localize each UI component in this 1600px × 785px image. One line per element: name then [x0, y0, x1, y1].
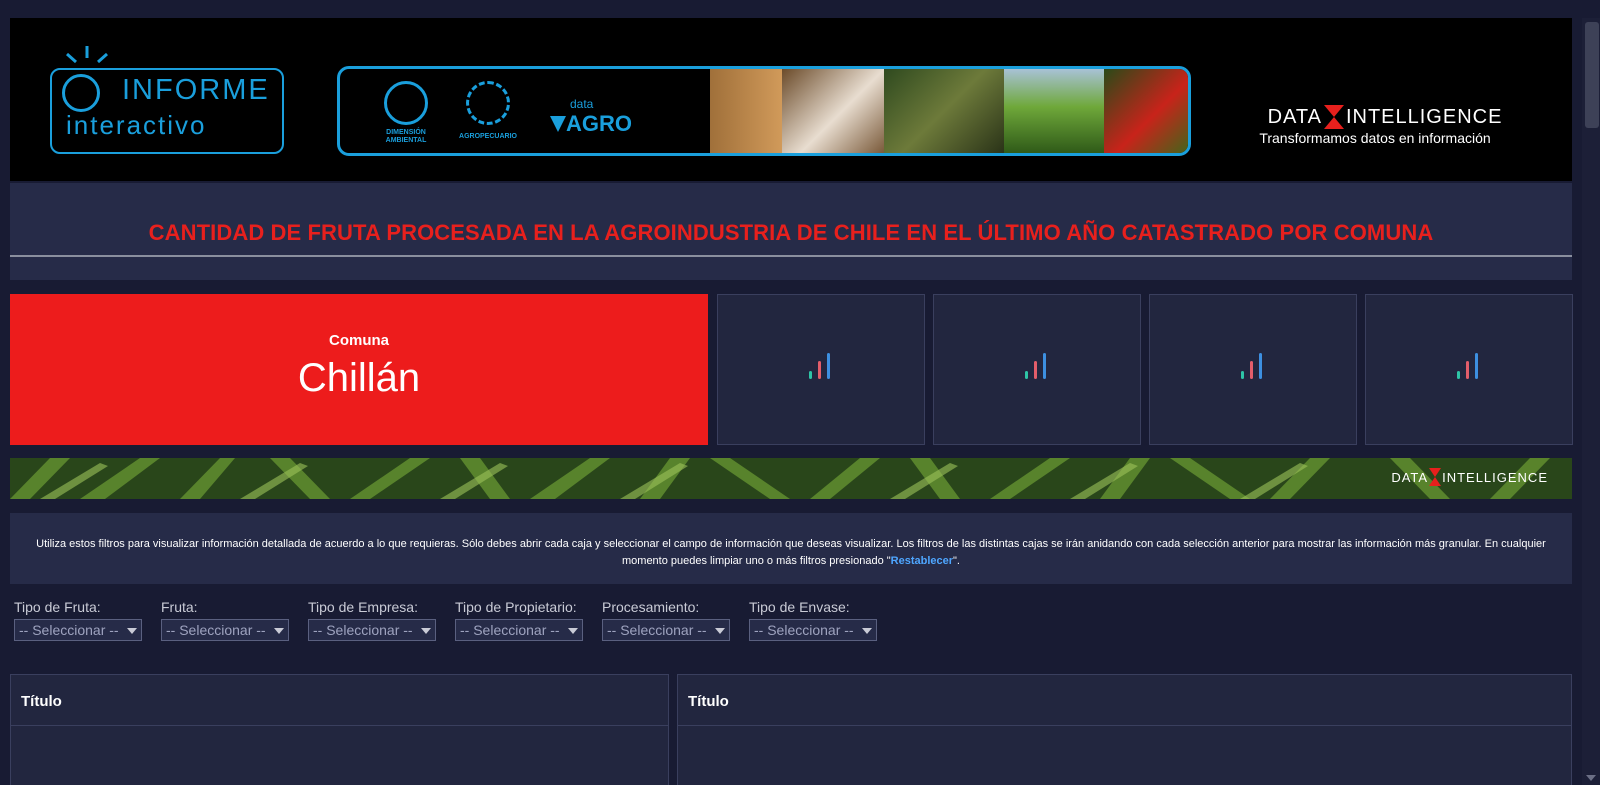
- panel-title: Título: [688, 693, 729, 710]
- fruta-select[interactable]: -- Seleccionar --: [161, 619, 289, 641]
- agropecuario-label: AGROPECUARIO: [459, 133, 517, 140]
- select-value: -- Seleccionar --: [313, 622, 413, 638]
- sun-emblem-icon: [384, 81, 428, 125]
- sponsor-banner: DIMENSIÓN AMBIENTAL AGROPECUARIO data AG…: [337, 66, 1191, 156]
- dimension-ambiental-label: DIMENSIÓN AMBIENTAL: [385, 129, 427, 144]
- comuna-card: Comuna Chillán: [10, 294, 708, 445]
- filter-label: Tipo de Empresa:: [308, 599, 418, 615]
- agropecuario-logo: AGROPECUARIO: [458, 81, 518, 141]
- hourglass-icon: [1323, 105, 1344, 129]
- data-agro-logo: data AGRO: [550, 97, 632, 137]
- photo-vegetables: [1104, 69, 1188, 153]
- gear-emblem-icon: [466, 81, 510, 125]
- tipo-empresa-select[interactable]: -- Seleccionar --: [308, 619, 436, 641]
- logo-word-interactivo: interactivo: [66, 110, 207, 140]
- filter-tipo-propietario: Tipo de Propietario: -- Seleccionar --: [455, 599, 583, 641]
- bar-chart-loading-icon: [809, 353, 830, 379]
- data-agro-big-text: AGRO: [566, 111, 632, 136]
- strip-brand-data-text: DATA: [1391, 469, 1429, 485]
- chevron-down-icon: [421, 628, 431, 634]
- sponsor-logos: DIMENSIÓN AMBIENTAL AGROPECUARIO data AG…: [340, 69, 710, 153]
- lightbulb-cursor-icon: [62, 74, 100, 112]
- photo-crops: [1004, 69, 1104, 153]
- filters-help-box: Utiliza estos filtros para visualizar in…: [10, 513, 1572, 584]
- select-value: -- Seleccionar --: [607, 622, 707, 638]
- cornfield-strip: DATA INTELLIGENCE: [10, 458, 1572, 499]
- chevron-down-icon: [274, 628, 284, 634]
- help-text-body: Utiliza estos filtros para visualizar in…: [36, 538, 1546, 567]
- filter-procesamiento: Procesamiento: -- Seleccionar --: [602, 599, 730, 641]
- filter-label: Tipo de Propietario:: [455, 599, 577, 615]
- select-value: -- Seleccionar --: [19, 622, 119, 638]
- panel-title: Título: [21, 693, 62, 710]
- reset-link[interactable]: Restablecer: [891, 555, 953, 567]
- vertical-scrollbar[interactable]: [1582, 18, 1600, 785]
- filters-help-text: Utiliza estos filtros para visualizar in…: [14, 536, 1568, 570]
- select-value: -- Seleccionar --: [166, 622, 266, 638]
- bar-chart-loading-icon: [1241, 353, 1262, 379]
- kpi-card-2: [933, 294, 1141, 445]
- brand-intelligence-text: INTELLIGENCE: [1345, 105, 1503, 128]
- filter-tipo-envase: Tipo de Envase: -- Seleccionar --: [749, 599, 877, 641]
- title-section: CANTIDAD DE FRUTA PROCESADA EN LA AGROIN…: [10, 183, 1572, 280]
- filter-tipo-empresa: Tipo de Empresa: -- Seleccionar --: [308, 599, 436, 641]
- photo-seeder: [710, 69, 782, 153]
- brand-data-text: DATA: [1267, 105, 1322, 128]
- chevron-down-icon: [127, 628, 137, 634]
- bar-chart-loading-icon: [1025, 353, 1046, 379]
- page-title: CANTIDAD DE FRUTA PROCESADA EN LA AGROIN…: [148, 220, 1434, 245]
- kpi-card-1: [717, 294, 925, 445]
- scroll-down-arrow-icon[interactable]: [1586, 775, 1596, 781]
- panel-divider: [11, 725, 668, 726]
- panel-divider: [678, 725, 1571, 726]
- kpi-card-4: [1365, 294, 1573, 445]
- tipo-propietario-select[interactable]: -- Seleccionar --: [455, 619, 583, 641]
- strip-brand-logo: DATA INTELLIGENCE: [1391, 468, 1548, 486]
- filter-label: Tipo de Fruta:: [14, 599, 101, 615]
- logo-word-informe: INFORME: [122, 74, 270, 106]
- filter-label: Procesamiento:: [602, 599, 700, 615]
- triangle-icon: [550, 116, 566, 132]
- filter-label: Fruta:: [161, 599, 198, 615]
- comuna-value: Chillán: [297, 356, 421, 400]
- filter-fruta: Fruta: -- Seleccionar --: [161, 599, 289, 641]
- cornfield-image: [10, 458, 1572, 499]
- chevron-down-icon: [715, 628, 725, 634]
- tipo-envase-select[interactable]: -- Seleccionar --: [749, 619, 877, 641]
- chart-panel-left: Título: [10, 674, 669, 785]
- select-value: -- Seleccionar --: [460, 622, 560, 638]
- photo-cow: [782, 69, 884, 153]
- filter-label: Tipo de Envase:: [749, 599, 850, 615]
- help-text-suffix: ".: [953, 555, 960, 567]
- brand-tagline: Transformamos datos en información: [1259, 130, 1491, 146]
- chevron-down-icon: [862, 628, 872, 634]
- bar-chart-loading-icon: [1457, 353, 1478, 379]
- data-agro-small-text: data: [570, 97, 594, 111]
- select-value: -- Seleccionar --: [754, 622, 854, 638]
- kpi-card-3: [1149, 294, 1357, 445]
- informe-interactivo-logo: INFORME interactivo: [50, 46, 284, 154]
- tipo-fruta-select[interactable]: -- Seleccionar --: [14, 619, 142, 641]
- comuna-label: Comuna: [329, 332, 389, 349]
- dimension-ambiental-logo: DIMENSIÓN AMBIENTAL: [376, 81, 436, 145]
- lightbulb-rays-icon: [66, 46, 108, 64]
- title-divider: [10, 255, 1572, 257]
- photo-farmer: [884, 69, 1004, 153]
- strip-brand-intelligence-text: INTELLIGENCE: [1442, 469, 1548, 485]
- hourglass-icon: [1429, 468, 1442, 486]
- chevron-down-icon: [568, 628, 578, 634]
- scrollbar-thumb[interactable]: [1585, 22, 1599, 128]
- header-banner: INFORME interactivo DIMENSIÓN AMBIENTAL …: [10, 18, 1572, 181]
- filter-tipo-fruta: Tipo de Fruta: -- Seleccionar --: [14, 599, 142, 641]
- chart-panel-right: Título: [677, 674, 1572, 785]
- procesamiento-select[interactable]: -- Seleccionar --: [602, 619, 730, 641]
